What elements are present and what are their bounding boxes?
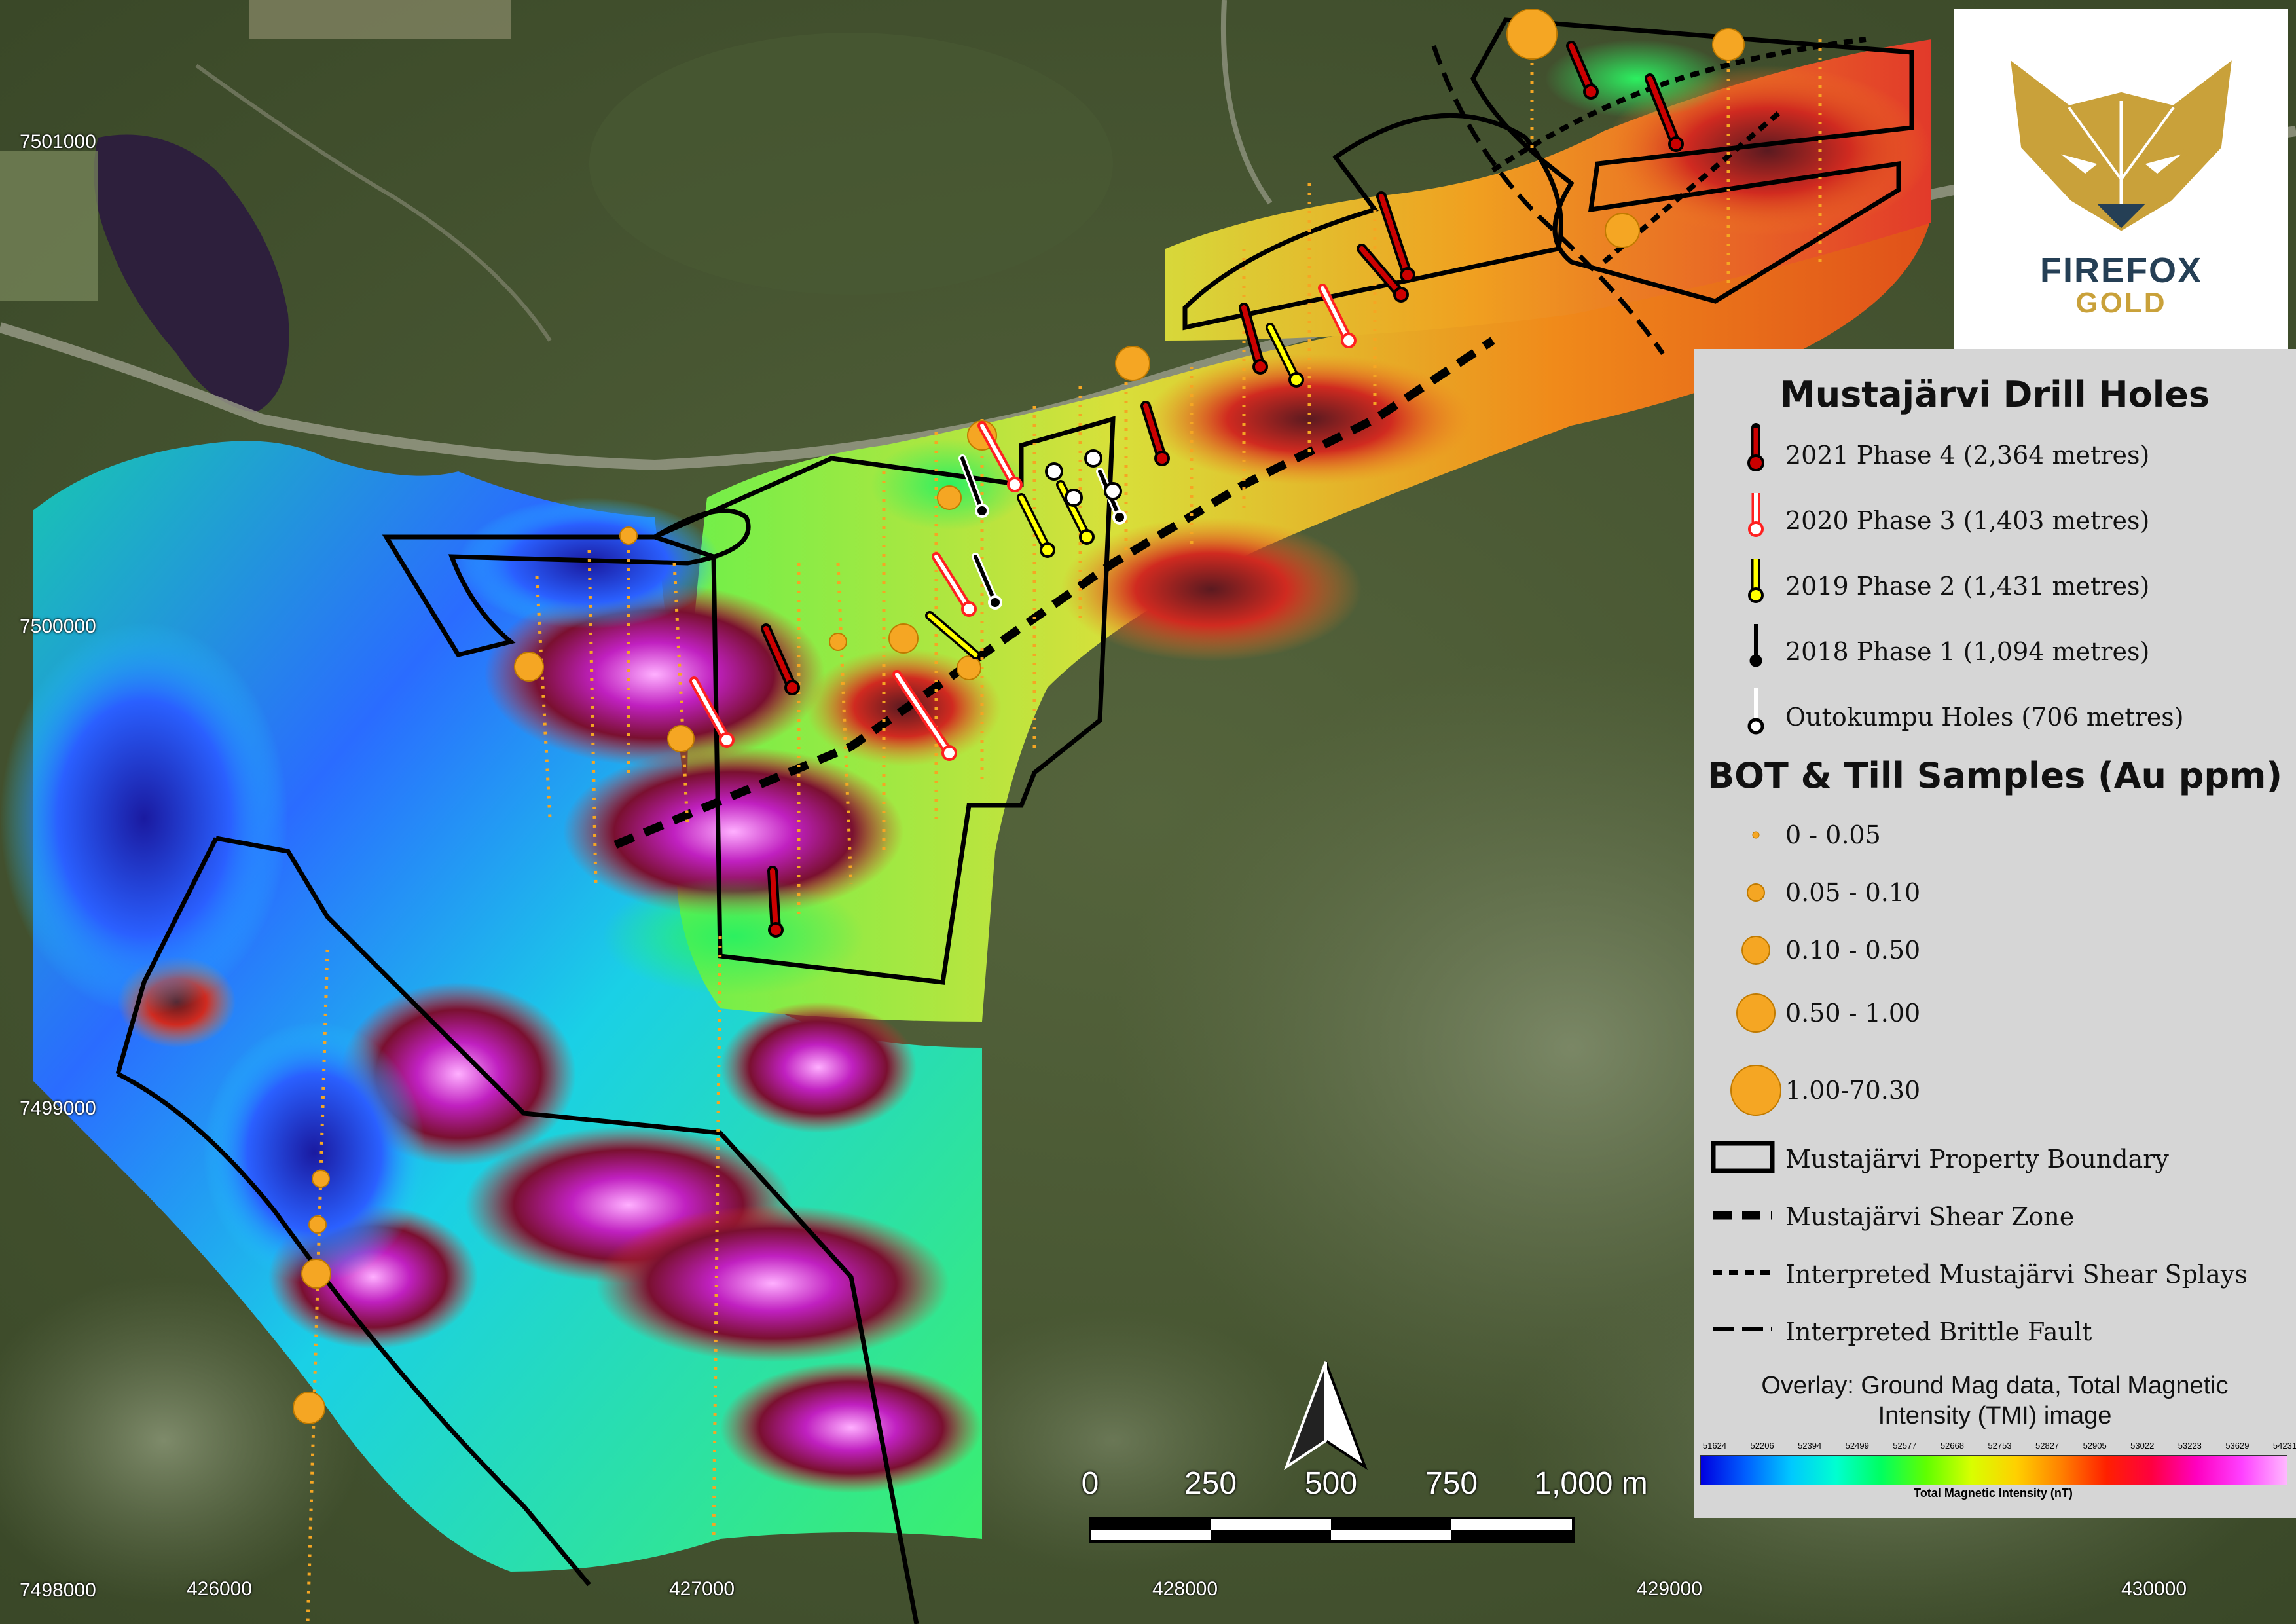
- y-coordinate-label: 7499000: [20, 1098, 96, 1119]
- colorbar-tick-label: 52668: [1940, 1441, 1964, 1450]
- colorbar-label: Total Magnetic Intensity (nT): [1914, 1486, 2073, 1500]
- x-coordinate-label: 426000: [186, 1578, 253, 1600]
- colorbar-tick-label: 52905: [2083, 1441, 2107, 1450]
- colorbar-tick-label: 51624: [1702, 1441, 1727, 1450]
- legend-sample-range: 0 - 0.05: [1785, 821, 1881, 849]
- scale-bar-label: 500: [1304, 1466, 1358, 1501]
- scale-bar-label: 0: [1081, 1466, 1099, 1501]
- overlay-note-line2: Intensity (TMI) image: [1878, 1402, 2112, 1430]
- colorbar-tick-label: 52499: [1845, 1441, 1869, 1450]
- legend-sample-range: 0.05 - 0.10: [1785, 878, 1921, 907]
- y-coordinate-label: 7498000: [20, 1579, 96, 1601]
- y-coordinate-label: 7500000: [20, 616, 96, 637]
- legend-sample-size2-icon: [1747, 883, 1765, 902]
- x-coordinate-label: 428000: [1152, 1578, 1218, 1600]
- firefox-gold-logo: FIREFOX GOLD: [1954, 9, 2288, 350]
- y-coordinate-label: 7501000: [20, 131, 96, 153]
- colorbar-tick-label: 53022: [2130, 1441, 2155, 1450]
- legend-shear-splays: Interpreted Mustajärvi Shear Splays: [1785, 1260, 2248, 1289]
- legend-brittle-fault: Interpreted Brittle Fault: [1785, 1318, 2092, 1346]
- legend-drill-outokumpu: Outokumpu Holes (706 metres): [1785, 703, 2184, 731]
- legend-drill-phase3-icon: [1748, 493, 1764, 537]
- legend-sample-size1-icon: [1752, 831, 1760, 839]
- legend-line-symbols: [1711, 1141, 1775, 1331]
- scale-bar-label: 1,000 m: [1534, 1466, 1648, 1501]
- colorbar-gradient: [1700, 1455, 2287, 1485]
- x-coordinate-label: 429000: [1636, 1578, 1703, 1600]
- legend-drill-phase2-icon: [1748, 559, 1764, 603]
- fox-head-icon: [2011, 60, 2232, 231]
- x-coordinate-label: 427000: [668, 1578, 735, 1600]
- legend-sample-size5-icon: [1730, 1065, 1781, 1116]
- map-figure: 7501000 7500000 7499000 7498000 426000 4…: [0, 0, 2296, 1624]
- logo-text-gold: GOLD: [2075, 287, 2167, 319]
- legend-drill-phase4-icon: [1747, 423, 1764, 471]
- x-coordinate-label: 430000: [2121, 1578, 2187, 1600]
- samples-legend-title: BOT & Till Samples (Au ppm): [1707, 755, 2283, 796]
- colorbar-tick-label: 52827: [2035, 1441, 2060, 1450]
- overlay-note-line1: Overlay: Ground Mag data, Total Magnetic: [1761, 1372, 2229, 1399]
- colorbar-tick-label: 52206: [1750, 1441, 1774, 1450]
- logo-text-firefox: FIREFOX: [2039, 251, 2202, 290]
- scale-bar-label: 750: [1425, 1466, 1478, 1501]
- legend-sample-range: 0.10 - 0.50: [1785, 936, 1921, 965]
- colorbar-tick-label: 54231: [2272, 1441, 2296, 1450]
- legend-drill-outokumpu-icon: [1747, 688, 1764, 735]
- colorbar-tick-label: 52577: [1893, 1441, 1917, 1450]
- legend-sample-symbols: [1730, 831, 1781, 1116]
- colorbar-ticks: 51624 52206 52394 52499 52577 52668 52753 52827…: [1703, 1441, 2296, 1454]
- legend-sample-range: 0.50 - 1.00: [1785, 999, 1921, 1027]
- legend-drill-phase2: 2019 Phase 2 (1,431 metres): [1785, 572, 2150, 600]
- drill-holes-legend-title: Mustajärvi Drill Holes: [1779, 374, 2210, 415]
- legend-drill-phase3: 2020 Phase 3 (1,403 metres): [1785, 506, 2150, 535]
- scale-bar-label: 250: [1184, 1466, 1237, 1501]
- map-legend: Mustajärvi Drill Holes 2021 Phase 4 (2,3…: [1694, 349, 2296, 1518]
- legend-drill-phase1-icon: [1749, 624, 1762, 667]
- scale-bar: [1089, 1517, 1575, 1543]
- legend-shear-zone: Mustajärvi Shear Zone: [1785, 1202, 2075, 1231]
- legend-drill-phase4: 2021 Phase 4 (2,364 metres): [1785, 441, 2150, 470]
- colorbar-tick-label: 53223: [2178, 1441, 2202, 1450]
- colorbar-tick-label: 53629: [2225, 1441, 2250, 1450]
- legend-sample-range: 1.00-70.30: [1785, 1076, 1921, 1105]
- legend-drill-phase1: 2018 Phase 1 (1,094 metres): [1785, 637, 2150, 666]
- colorbar-tick-label: 52394: [1798, 1441, 1822, 1450]
- legend-sample-size3-icon: [1741, 936, 1770, 965]
- colorbar-tick-label: 52753: [1988, 1441, 2012, 1450]
- legend-sample-size4-icon: [1736, 993, 1776, 1033]
- legend-property-boundary: Mustajärvi Property Boundary: [1785, 1145, 2169, 1173]
- tmi-colorbar: 51624 52206 52394 52499 52577 52668 52753 52827…: [1700, 1441, 2296, 1500]
- legend-boundary-icon: [1711, 1141, 1775, 1173]
